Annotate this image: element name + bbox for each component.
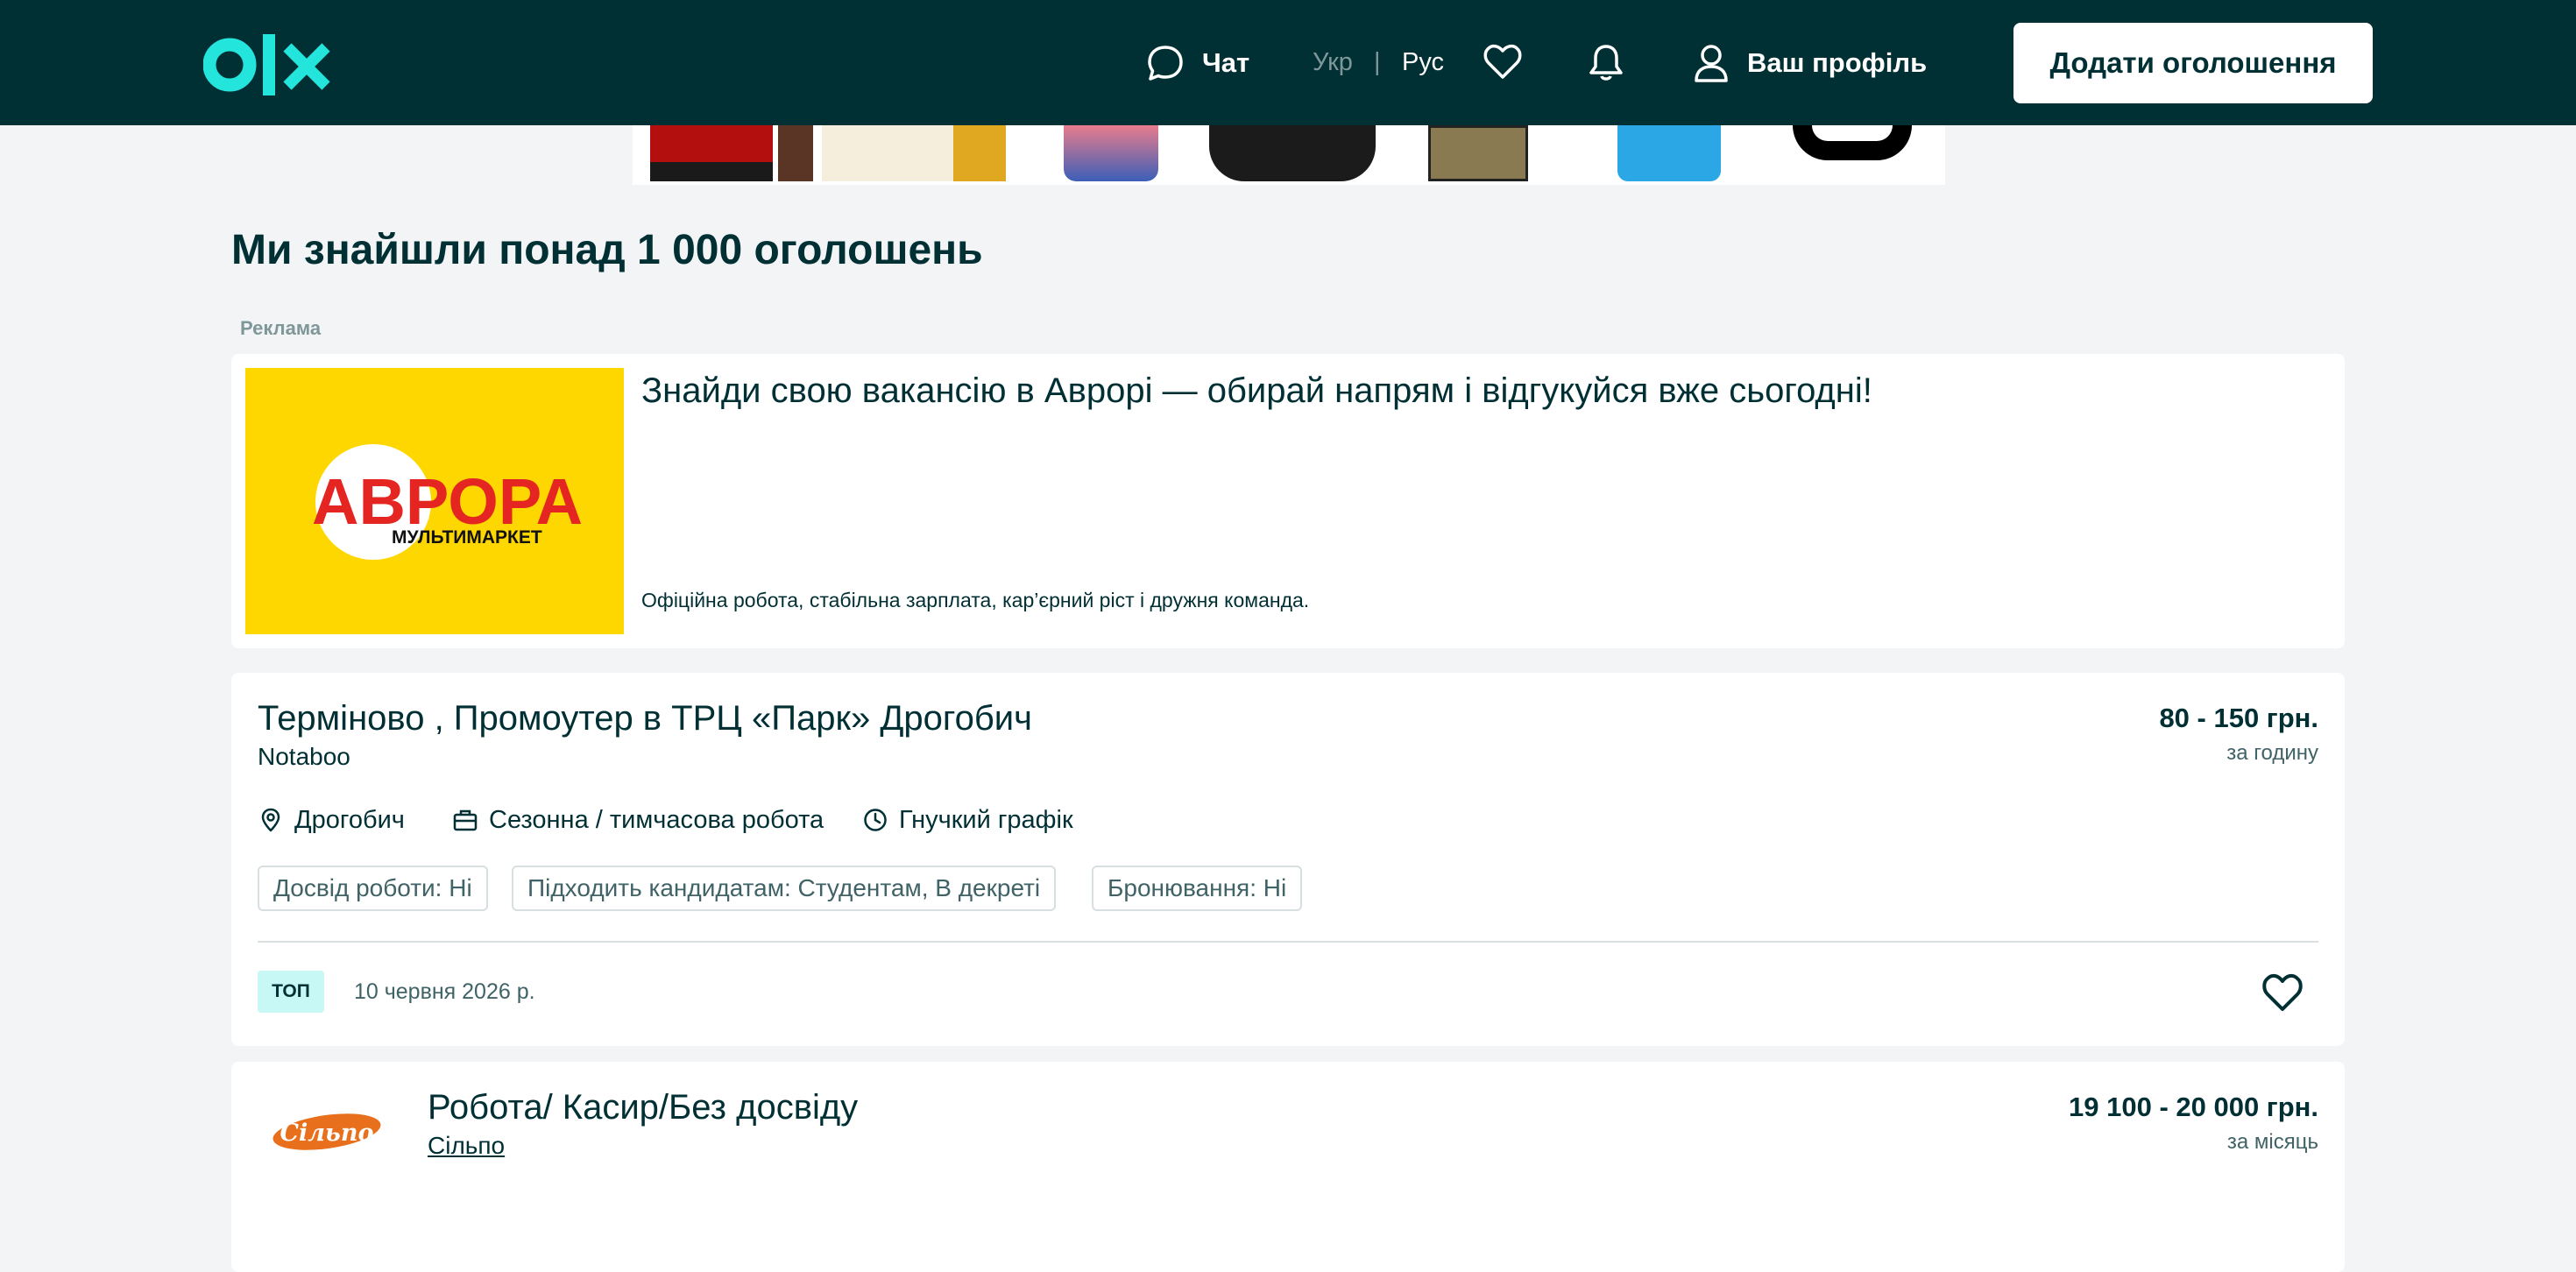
listing-title[interactable]: Робота/ Касир/Без досвіду xyxy=(428,1088,858,1127)
top-header: Чат Укр | Рус Ваш профіль Додати оголоше… xyxy=(0,0,2576,125)
listing-employer-link[interactable]: Сільпо xyxy=(428,1132,505,1160)
listing-location: Дрогобич xyxy=(258,802,405,837)
lang-rus[interactable]: Рус xyxy=(1402,0,1444,125)
chat-icon xyxy=(1148,45,1183,81)
promo-text: Офіційна робота, стабільна зарплата, кар… xyxy=(641,589,1310,611)
product-image xyxy=(1617,125,1721,181)
promo-title[interactable]: Знайди свою вакансію в Аврорі — обирай н… xyxy=(641,371,1872,411)
listing-location-text: Дрогобич xyxy=(294,805,405,834)
profile-link[interactable]: Ваш профіль xyxy=(1693,0,1927,125)
listing-divider xyxy=(258,941,2318,943)
listing-tag-experience: Досвід роботи: Ні xyxy=(258,866,488,911)
lang-ukr[interactable]: Укр xyxy=(1313,0,1353,125)
product-image xyxy=(822,125,1006,181)
listing-card[interactable]: Терміново , Промоутер в ТРЦ «Парк» Дрого… xyxy=(231,673,2345,1046)
listing-price: 19 100 - 20 000 грн. xyxy=(2069,1092,2318,1122)
product-image xyxy=(1209,125,1376,181)
notifications-bell-icon[interactable] xyxy=(1586,42,1626,82)
profile-label: Ваш профіль xyxy=(1747,46,1928,78)
user-icon xyxy=(1695,44,1728,82)
listing-date: 10 червня 2026 р. xyxy=(354,979,535,1004)
listing-schedule-text: Гнучкий графік xyxy=(899,805,1073,834)
favorite-heart-icon[interactable] xyxy=(2261,971,2304,1014)
advertising-label: Реклама xyxy=(240,317,322,339)
listing-card[interactable]: Сільпо Робота/ Касир/Без досвіду Сільпо … xyxy=(231,1062,2345,1272)
product-image xyxy=(1793,125,1912,160)
lang-separator: | xyxy=(1374,48,1381,76)
listing-job-type-text: Сезонна / тимчасова робота xyxy=(489,805,824,834)
listing-price-period: за місяць xyxy=(2226,1130,2318,1154)
product-image xyxy=(1428,125,1528,181)
listing-employer: Notaboo xyxy=(258,743,350,770)
chat-link[interactable]: Чат xyxy=(1146,0,1249,125)
listing-schedule: Гнучкий графік xyxy=(862,802,1073,837)
listing-title[interactable]: Терміново , Промоутер в ТРЦ «Парк» Дрого… xyxy=(258,699,1032,738)
listing-tag-candidates: Підходить кандидатам: Студентам, В декре… xyxy=(512,866,1057,911)
location-pin-icon xyxy=(261,808,280,832)
avrora-logo-image: АВРОРА МУЛЬТИМАРКЕТ xyxy=(245,368,624,634)
favorites-heart-icon[interactable] xyxy=(1483,42,1523,82)
add-listing-button[interactable]: Додати оголошення xyxy=(2013,23,2373,103)
results-count-title: Ми знайшли понад 1 000 оголошень xyxy=(231,227,983,273)
chat-label: Чат xyxy=(1202,46,1250,78)
clock-icon xyxy=(864,809,887,831)
silpo-logo: Сільпо xyxy=(272,1113,381,1150)
olx-logo[interactable] xyxy=(203,30,335,100)
listing-tag-reservation: Бронювання: Ні xyxy=(1092,866,1303,911)
product-image xyxy=(1064,125,1158,181)
listing-price-period: за годину xyxy=(2226,741,2318,765)
top-badge: ТОП xyxy=(258,971,324,1013)
briefcase-icon xyxy=(453,809,478,831)
listing-price: 80 - 150 грн. xyxy=(2159,703,2318,733)
silpo-logo-text: Сільпо xyxy=(280,1120,374,1147)
product-banner-strip[interactable] xyxy=(633,125,1945,185)
product-image-box-side xyxy=(953,125,1006,181)
product-image xyxy=(650,125,773,181)
promo-ad-card[interactable]: АВРОРА МУЛЬТИМАРКЕТ Знайди свою вакансію… xyxy=(231,354,2345,648)
avrora-logo: АВРОРА МУЛЬТИМАРКЕТ xyxy=(312,444,583,560)
product-image-label-bar xyxy=(650,162,773,181)
listing-job-type: Сезонна / тимчасова робота xyxy=(452,802,824,837)
product-image xyxy=(778,125,813,181)
logo-sub-text: МУЛЬТИМАРКЕТ xyxy=(392,527,542,548)
